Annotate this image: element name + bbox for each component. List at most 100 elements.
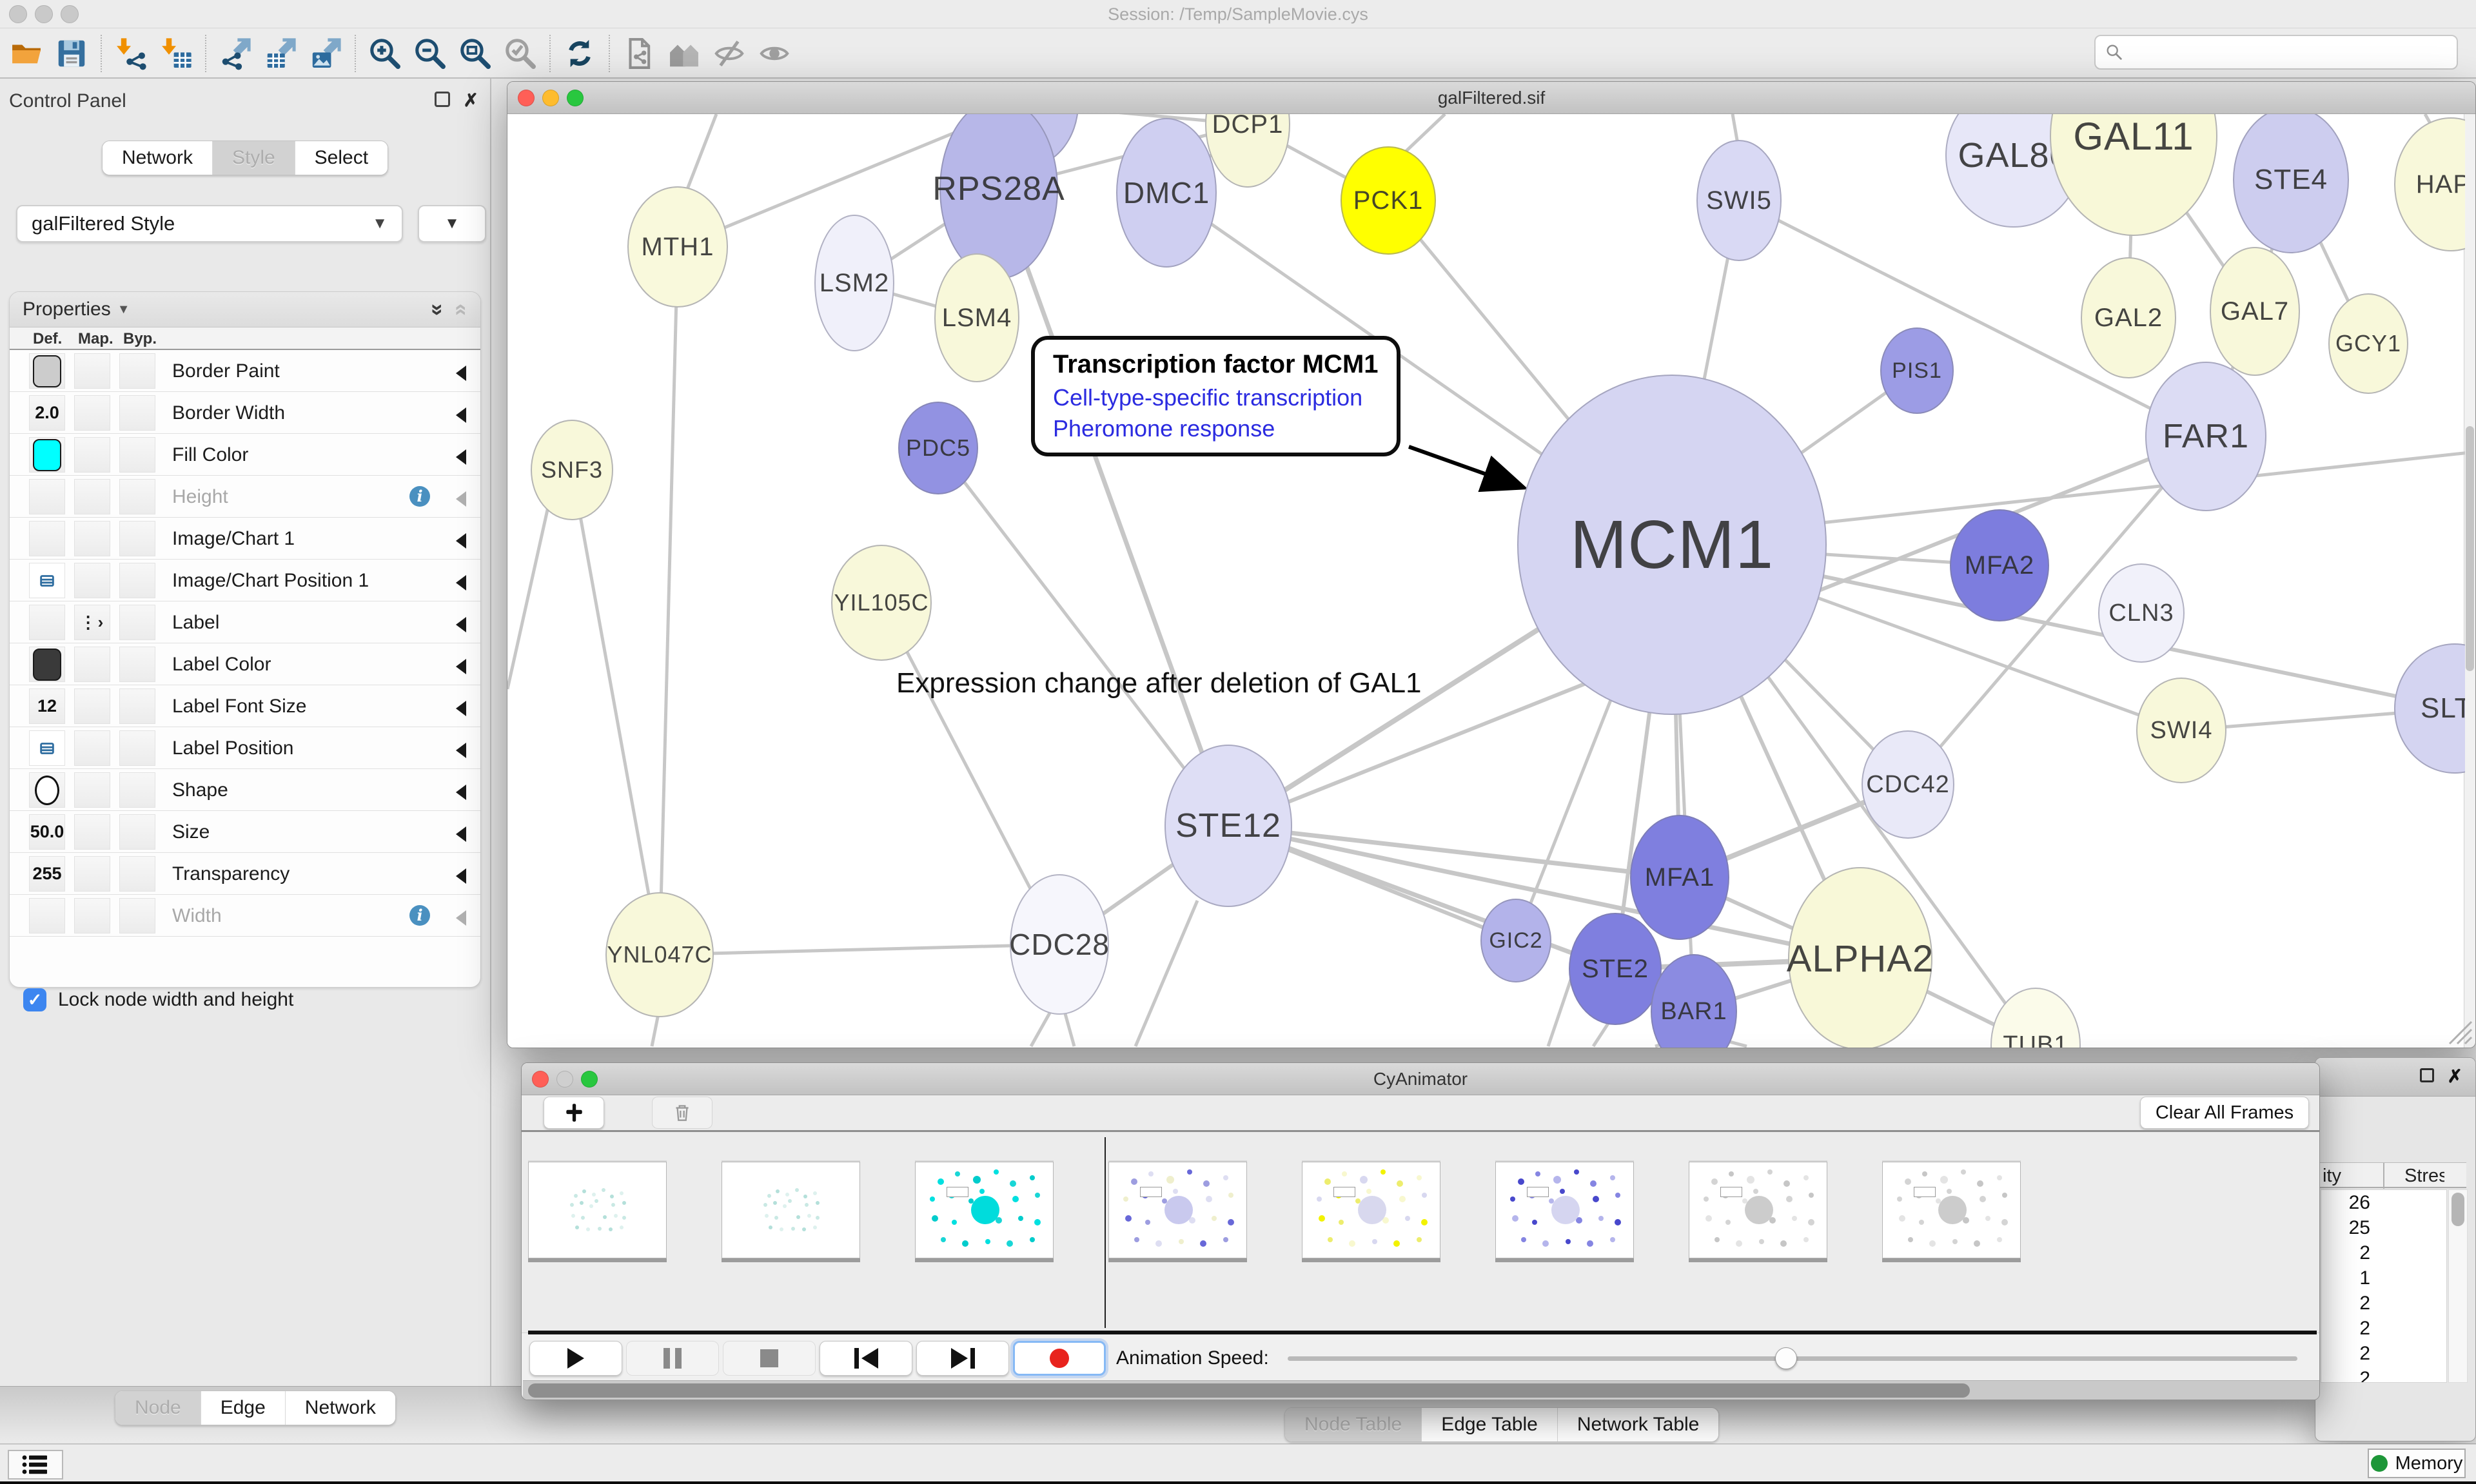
playhead[interactable]: [1105, 1137, 1106, 1328]
float-panel-icon[interactable]: [2420, 1068, 2434, 1082]
zoom-fit-button[interactable]: [453, 32, 498, 75]
network-node-dmc1[interactable]: DMC1: [1116, 118, 1217, 268]
close-panel-icon[interactable]: ✗: [464, 92, 478, 110]
mapping-cell[interactable]: [74, 856, 110, 892]
expand-property-icon[interactable]: [456, 910, 466, 926]
cp-tab-edge[interactable]: Edge: [201, 1391, 285, 1425]
mapping-cell[interactable]: [74, 479, 110, 514]
results-row[interactable]: 2: [2321, 1291, 2446, 1316]
bypass-cell[interactable]: [119, 772, 155, 808]
network-node-gal2[interactable]: GAL2: [2081, 257, 2176, 378]
default-cell[interactable]: [29, 772, 65, 808]
expand-property-icon[interactable]: [456, 407, 466, 423]
zoom-out-button[interactable]: [408, 32, 453, 75]
network-node-swi4[interactable]: SWI4: [2136, 678, 2226, 783]
network-node-gal7[interactable]: GAL7: [2210, 247, 2300, 376]
default-cell[interactable]: [29, 730, 65, 766]
network-canvas[interactable]: RPS28BRPS28ADMC1DCP1PCK1MTH1LSM2LSM4SNF3…: [507, 114, 2465, 1048]
mapping-cell[interactable]: [74, 395, 110, 431]
default-cell[interactable]: [29, 563, 65, 598]
clear-all-frames-button[interactable]: Clear All Frames: [2140, 1097, 2309, 1129]
network-node-pis1[interactable]: PIS1: [1880, 327, 1954, 414]
tab-style[interactable]: Style: [212, 141, 295, 175]
export-document-button[interactable]: [616, 32, 662, 75]
network-node-cdc28[interactable]: CDC28: [1010, 874, 1109, 1015]
tab-select[interactable]: Select: [295, 141, 388, 175]
network-node-mfa1[interactable]: MFA1: [1630, 815, 1729, 940]
default-cell[interactable]: [29, 521, 65, 556]
tab-network-table[interactable]: Network Table: [1557, 1408, 1719, 1441]
collapse-all-icon[interactable]: «: [449, 304, 474, 316]
network-node-cln3[interactable]: CLN3: [2098, 563, 2185, 663]
mapping-cell[interactable]: [74, 898, 110, 933]
results-row[interactable]: 2: [2321, 1316, 2446, 1341]
mapping-cell[interactable]: [74, 814, 110, 850]
bypass-cell[interactable]: [119, 647, 155, 682]
mapping-cell[interactable]: [74, 521, 110, 556]
bypass-cell[interactable]: [119, 605, 155, 640]
hide-details-button[interactable]: [707, 32, 752, 75]
style-selector[interactable]: galFiltered Style ▼: [16, 205, 403, 242]
cp-tab-node[interactable]: Node: [115, 1391, 201, 1425]
save-session-button[interactable]: [49, 32, 94, 75]
default-cell[interactable]: [29, 353, 65, 389]
network-node-snf3[interactable]: SNF3: [531, 420, 613, 520]
resize-grip-icon[interactable]: [2443, 1015, 2473, 1045]
import-table-button[interactable]: [153, 32, 199, 75]
results-row[interactable]: 2: [2321, 1366, 2446, 1383]
skip-start-button[interactable]: [820, 1341, 912, 1376]
annotation-link[interactable]: Cell-type-specific transcription: [1053, 384, 1379, 411]
network-node-mth1[interactable]: MTH1: [627, 186, 728, 308]
results-row[interactable]: 1: [2321, 1265, 2446, 1291]
mapping-cell[interactable]: [74, 437, 110, 473]
network-node-ste12[interactable]: STE12: [1164, 745, 1292, 907]
network-node-ste2[interactable]: STE2: [1569, 913, 1662, 1025]
default-cell[interactable]: [29, 437, 65, 473]
mapping-cell[interactable]: [74, 563, 110, 598]
annotation-box[interactable]: Transcription factor MCM1 Cell-type-spec…: [1031, 336, 1400, 456]
bypass-cell[interactable]: [119, 395, 155, 431]
network-node-pdc5[interactable]: PDC5: [898, 402, 978, 494]
network-window-titlebar[interactable]: galFiltered.sif: [507, 82, 2475, 114]
frame-thumbnail-2[interactable]: [915, 1162, 1054, 1258]
frame-thumbnail-3[interactable]: [1108, 1162, 1247, 1258]
results-panel-titlebar[interactable]: ✗: [2315, 1058, 2475, 1097]
bypass-cell[interactable]: [119, 688, 155, 724]
add-frame-button[interactable]: [544, 1097, 604, 1129]
network-node-cdc42[interactable]: CDC42: [1862, 730, 1954, 839]
tab-network[interactable]: Network: [103, 141, 212, 175]
refresh-layout-button[interactable]: [557, 32, 602, 75]
show-details-button[interactable]: [752, 32, 797, 75]
default-cell[interactable]: [29, 898, 65, 933]
network-node-lsm4[interactable]: LSM4: [934, 253, 1019, 382]
frame-thumbnail-1[interactable]: [722, 1162, 860, 1258]
expand-property-icon[interactable]: [456, 785, 466, 800]
timeline[interactable]: 0123456789 Seconds: [522, 1132, 2319, 1333]
bypass-cell[interactable]: [119, 730, 155, 766]
cyanimator-titlebar[interactable]: CyAnimator: [522, 1063, 2319, 1095]
close-panel-icon[interactable]: ✗: [2448, 1066, 2462, 1087]
bypass-cell[interactable]: [119, 563, 155, 598]
default-cell[interactable]: 12: [29, 688, 65, 724]
bypass-cell[interactable]: [119, 353, 155, 389]
default-cell[interactable]: 255: [29, 856, 65, 892]
mapping-cell[interactable]: [74, 353, 110, 389]
bypass-cell[interactable]: [119, 856, 155, 892]
mapping-cell[interactable]: [74, 688, 110, 724]
search-input[interactable]: [2130, 41, 2448, 63]
properties-dropdown-icon[interactable]: ▼: [117, 302, 130, 317]
expand-property-icon[interactable]: [456, 449, 466, 465]
tab-node-table[interactable]: Node Table: [1285, 1408, 1421, 1441]
expand-all-icon[interactable]: »: [425, 304, 450, 316]
network-node-ynl047c[interactable]: YNL047C: [605, 892, 714, 1017]
network-node-mfa2[interactable]: MFA2: [1950, 509, 2049, 621]
results-row[interactable]: 26: [2321, 1190, 2446, 1215]
column-stress[interactable]: Stres: [2404, 1166, 2444, 1187]
network-node-swi5[interactable]: SWI5: [1696, 140, 1782, 261]
expand-property-icon[interactable]: [456, 701, 466, 716]
bypass-cell[interactable]: [119, 437, 155, 473]
memory-button[interactable]: Memory: [2368, 1449, 2466, 1478]
network-node-gic2[interactable]: GIC2: [1480, 899, 1551, 982]
frame-thumbnail-4[interactable]: [1302, 1162, 1440, 1258]
mapping-cell[interactable]: [74, 647, 110, 682]
